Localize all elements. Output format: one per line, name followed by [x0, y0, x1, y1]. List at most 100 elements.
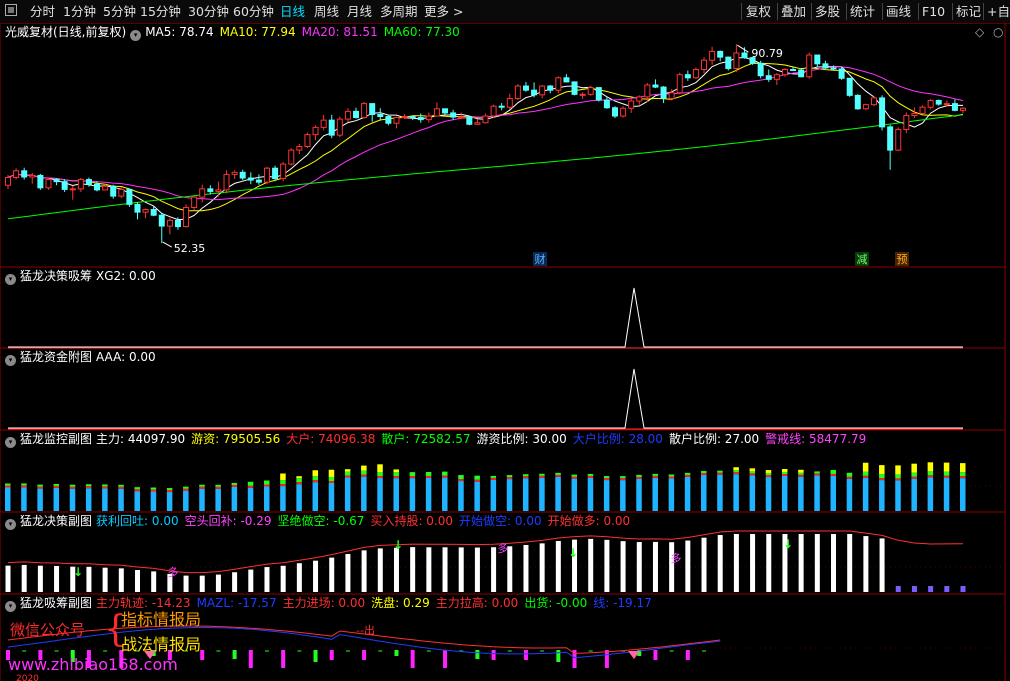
monitor-green-46 — [749, 471, 756, 474]
panel-menu-icon[interactable]: ▾ — [5, 601, 16, 612]
decision-bar-6 — [54, 565, 60, 592]
monitor-yellow-17 — [280, 473, 286, 481]
monitor-red-35 — [571, 476, 578, 479]
monitor-blue-59 — [960, 478, 966, 511]
monitor-green-6 — [102, 484, 108, 487]
header-text: 大户比例: 28.00 — [572, 432, 663, 446]
monitor-green-45 — [733, 470, 739, 473]
candle-body-27 — [223, 173, 230, 191]
candle-body-101 — [822, 63, 829, 69]
monitor-green-50 — [814, 471, 820, 474]
decision-bar-36 — [296, 563, 302, 592]
monitor-green-37 — [603, 476, 610, 479]
absorb-mag-44 — [362, 650, 367, 660]
monitor-blue-51 — [830, 475, 837, 511]
monitor-blue-49 — [798, 476, 804, 511]
candle-body-33 — [272, 167, 279, 180]
header-text: 开始做空: 0.00 — [459, 514, 542, 528]
header-text: 主力进场: 0.00 — [282, 596, 366, 610]
monitor-blue-17 — [280, 486, 286, 511]
candles — [5, 44, 966, 244]
monitor-blue-30 — [490, 479, 497, 511]
monitor-blue-19 — [312, 482, 319, 511]
monitor-blue-8 — [134, 491, 140, 511]
monitor-green-48 — [781, 472, 788, 475]
decision-bar-22 — [183, 575, 189, 592]
monitor-red-8 — [134, 489, 140, 492]
candle-body-65 — [531, 89, 538, 96]
candle-body-7 — [61, 181, 68, 190]
candle-body-39 — [320, 119, 327, 128]
monitor-yellow-48 — [781, 469, 788, 473]
monitor-red-18 — [296, 482, 302, 485]
candle-body-78 — [636, 96, 643, 102]
monitor-blue-56 — [911, 478, 917, 511]
header-text: 猛龙资金附图 — [20, 350, 93, 364]
monitor-red-7 — [118, 486, 124, 489]
decision-bar-34 — [280, 565, 286, 592]
monitor-red-1 — [21, 485, 27, 488]
monitor-red-52 — [846, 476, 853, 479]
candle-body-25 — [207, 188, 214, 192]
monitor-red-30 — [490, 477, 497, 480]
candle-body-54 — [442, 108, 449, 114]
header-text: 空头回补: -0.29 — [184, 514, 272, 528]
circle-toggle-icon[interactable]: ○ — [993, 24, 1003, 40]
candle-body-114 — [927, 100, 934, 108]
monitor-green-40 — [652, 473, 658, 476]
candle-body-90 — [733, 52, 740, 69]
monitor-blue-55 — [895, 480, 901, 511]
monitor-blue-16 — [263, 486, 270, 511]
candle-body-49 — [401, 116, 408, 119]
monitor-green-11 — [183, 486, 189, 489]
candle-body-23 — [191, 196, 198, 208]
sub-panel-header-2: ▾ 猛龙监控副图 主力: 44097.90 游资: 79505.56 大户: 74096… — [5, 431, 872, 448]
monitor-green-42 — [684, 472, 691, 475]
candle-body-16 — [134, 203, 141, 213]
monitor-yellow-59 — [960, 463, 966, 473]
monitor-red-37 — [603, 478, 610, 481]
monitor-green-29 — [474, 475, 480, 480]
monitor-red-23 — [377, 476, 383, 479]
monitor-red-15 — [247, 485, 254, 488]
candle-body-84 — [684, 74, 691, 79]
event-marker-2: 预 — [897, 253, 908, 266]
monitor-green-21 — [344, 471, 351, 476]
monitor-green-39 — [636, 474, 642, 477]
header-text: 坚绝做空: -0.67 — [277, 514, 365, 528]
candle-body-110 — [895, 128, 902, 151]
monitor-red-39 — [636, 476, 642, 479]
monitor-green-56 — [911, 472, 917, 477]
decision-bar-54 — [442, 547, 448, 592]
high-label: 90.79 — [751, 47, 783, 60]
monitor-blue-29 — [474, 481, 480, 511]
chart-canvas[interactable]: 90.7952.35财减预↓↓↓↓多多多--出2020 — [0, 0, 1010, 681]
candle-body-12 — [102, 185, 109, 191]
panel-menu-icon[interactable]: ▾ — [130, 30, 142, 41]
candle-body-117 — [951, 103, 958, 111]
candle-body-118 — [960, 107, 966, 111]
panel-menu-icon[interactable]: ▾ — [5, 519, 16, 530]
candle-body-2 — [21, 170, 28, 178]
candle-body-58 — [474, 122, 481, 125]
bottom-date: 2020 — [16, 674, 39, 681]
absorb-mag-34 — [281, 650, 286, 668]
panel-menu-icon[interactable]: ▾ — [5, 274, 16, 285]
aaa-line — [8, 368, 963, 429]
diamond-toggle-icon[interactable]: ◇ — [975, 24, 984, 40]
sell-arrow-3: ↓ — [783, 537, 793, 551]
panel-menu-icon[interactable]: ▾ — [5, 355, 16, 366]
candle-body-66 — [539, 85, 546, 96]
decision-bar-90 — [733, 534, 739, 592]
monitor-green-18 — [296, 478, 302, 483]
header-text: 出货: -0.00 — [524, 596, 588, 610]
monitor-green-28 — [458, 475, 464, 480]
candle-body-40 — [328, 119, 335, 136]
candle-body-19 — [158, 214, 165, 227]
monitor-green-38 — [620, 476, 626, 479]
absorb-mag-84 — [685, 650, 690, 660]
monitor-green-8 — [134, 487, 140, 490]
candle-body-77 — [628, 100, 635, 109]
panel-menu-icon[interactable]: ▾ — [5, 437, 16, 448]
monitor-yellow-57 — [927, 462, 934, 472]
